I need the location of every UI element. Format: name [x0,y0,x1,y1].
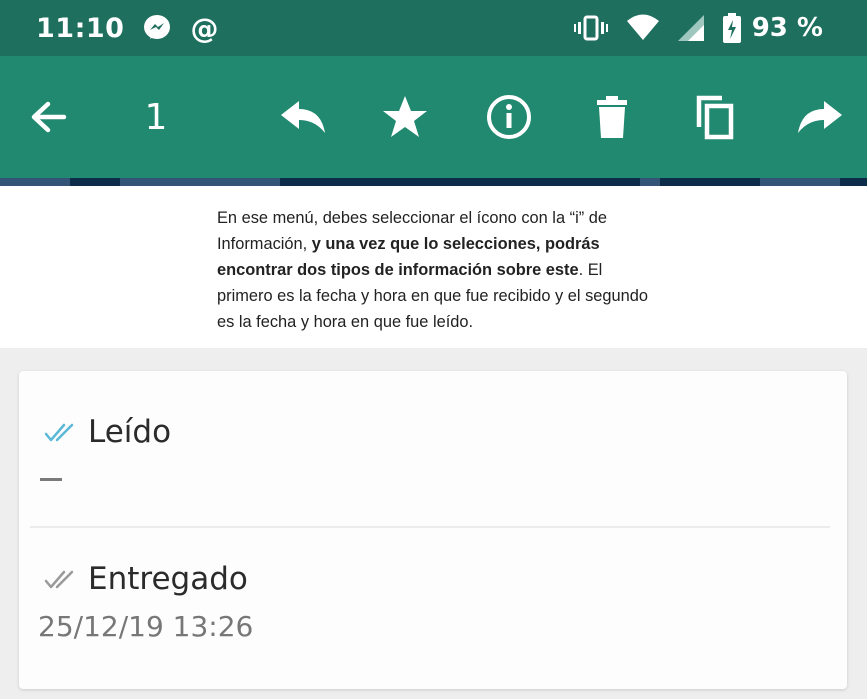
forward-icon [798,101,842,133]
delete-icon [597,96,627,138]
selected-count: 1 [144,96,168,138]
delivered-timestamp: 25/12/19 13:26 [38,610,254,643]
signal-icon [677,15,704,41]
read-label: Leído [88,414,172,450]
read-row-title: Leído [44,414,171,450]
messenger-icon [142,13,172,43]
battery-percentage: 93 % [751,13,823,43]
delivered-label: Entregado [88,561,248,597]
status-time: 11:10 [36,12,125,44]
status-bar: 11:10 @ 93 % [0,0,867,56]
copy-button[interactable] [692,56,738,178]
reply-button[interactable] [276,56,330,178]
status-bar-right: 93 % [556,13,823,43]
back-arrow-icon [31,101,67,133]
info-icon [487,95,531,139]
delivered-row-title: Entregado [44,561,248,597]
star-button[interactable] [380,56,430,178]
vibrate-icon [573,14,608,42]
reply-icon [281,101,325,133]
info-button[interactable] [484,56,534,178]
delete-button[interactable] [590,56,634,178]
copy-icon [696,95,734,140]
double-check-delivered-icon [44,567,80,591]
info-divider [30,526,830,528]
read-value-dash [40,478,62,481]
banner-strip [0,178,867,186]
star-icon [383,96,427,137]
back-button[interactable] [24,56,72,178]
forward-button[interactable] [794,56,844,178]
at-icon: @ [190,11,219,45]
article-paragraph: En ese menú, debes seleccionar el ícono … [217,205,657,335]
selection-toolbar: 1 [0,56,867,178]
wifi-icon [626,14,660,42]
battery-charging-icon [722,13,742,43]
status-bar-left: 11:10 @ [36,12,218,45]
double-check-read-icon [44,420,80,444]
